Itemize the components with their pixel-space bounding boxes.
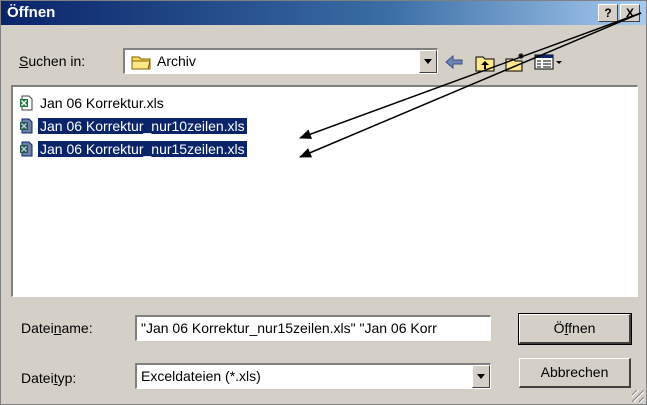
arrow-to-file-3 [299,12,642,158]
annotation-arrows [299,12,642,158]
arrow-to-file-2 [299,12,642,139]
